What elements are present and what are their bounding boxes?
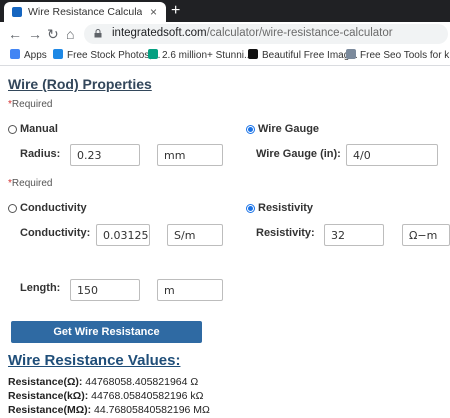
bookmarks-bar: Apps Free Stock Photos,... 2.6 million+ … — [0, 46, 450, 66]
radio-unchecked-icon — [8, 203, 17, 213]
resistivity-label: Resistivity: — [256, 227, 315, 239]
bookmark-free-stock-photos[interactable]: Free Stock Photos,... — [53, 49, 160, 63]
conductivity-radio[interactable]: Conductivity — [8, 202, 87, 214]
back-icon[interactable]: ← — [8, 25, 22, 43]
lock-icon — [94, 29, 102, 38]
home-icon[interactable]: ⌂ — [66, 25, 74, 43]
radio-checked-icon — [246, 124, 255, 134]
seo-tools-icon — [346, 49, 356, 59]
manual-radio[interactable]: Manual — [8, 123, 58, 135]
resistivity-input[interactable]: 32 — [324, 224, 384, 246]
wire-gauge-select[interactable]: 4/0 — [346, 144, 438, 166]
pexels-icon — [148, 49, 158, 59]
bookmark-free-seo-tools[interactable]: Free Seo Tools for k... — [346, 49, 450, 63]
result-ohm: Resistance(Ω): 44768058.405821964 Ω — [8, 376, 199, 388]
resistivity-unit-select[interactable]: Ω−m — [402, 224, 450, 246]
browser-tab[interactable]: Wire Resistance Calculator | INTE × — [4, 2, 166, 22]
required-note: *Required — [8, 99, 53, 110]
apps-grid-icon — [10, 49, 20, 59]
bookmark-stunning-photos[interactable]: 2.6 million+ Stunni... — [148, 49, 252, 63]
radius-unit-select[interactable]: mm — [157, 144, 223, 166]
page-title: Wire (Rod) Properties — [8, 76, 152, 92]
conductivity-label: Conductivity: — [20, 227, 91, 239]
conductivity-unit-select[interactable]: S/m — [167, 224, 223, 246]
conductivity-input[interactable]: 0.03125 — [96, 224, 150, 246]
address-bar[interactable]: integratedsoft.com/calculator/wire-resis… — [84, 24, 448, 44]
site-favicon-icon — [12, 7, 22, 17]
length-unit-select[interactable]: m — [157, 279, 223, 301]
radius-input[interactable]: 0.23 — [70, 144, 140, 166]
result-kilohm: Resistance(kΩ): 44768.05840582196 kΩ — [8, 390, 204, 402]
radio-checked-icon — [246, 203, 255, 213]
length-label: Length: — [20, 282, 61, 294]
reload-icon[interactable]: ↻ — [47, 25, 59, 43]
bookmark-beautiful-free-images[interactable]: Beautiful Free Imag... — [248, 49, 358, 63]
browser-tab-strip: Wire Resistance Calculator | INTE × + — [0, 0, 450, 22]
required-note-2: *Required — [8, 178, 53, 189]
radius-label: Radius: — [20, 148, 61, 160]
wire-gauge-label: Wire Gauge (in): — [256, 148, 341, 160]
forward-icon[interactable]: → — [28, 25, 42, 43]
tab-title: Wire Resistance Calculator | INTE — [28, 6, 142, 18]
browser-toolbar: ← → ↻ ⌂ integratedsoft.com/calculator/wi… — [0, 22, 450, 46]
get-wire-resistance-button[interactable]: Get Wire Resistance — [11, 321, 202, 343]
radio-unchecked-icon — [8, 124, 17, 134]
bookmark-apps[interactable]: Apps — [10, 49, 47, 63]
close-tab-icon[interactable]: × — [150, 5, 157, 19]
resistivity-radio[interactable]: Resistivity — [246, 202, 313, 214]
unsplash-icon — [248, 49, 258, 59]
length-input[interactable]: 150 — [70, 279, 140, 301]
result-megohm: Resistance(MΩ): 44.76805840582196 MΩ — [8, 404, 210, 416]
url-text: integratedsoft.com/calculator/wire-resis… — [112, 27, 393, 39]
stock-photos-icon — [53, 49, 63, 59]
wire-gauge-radio[interactable]: Wire Gauge — [246, 123, 319, 135]
results-heading: Wire Resistance Values: — [8, 352, 181, 369]
new-tab-icon[interactable]: + — [171, 2, 180, 20]
